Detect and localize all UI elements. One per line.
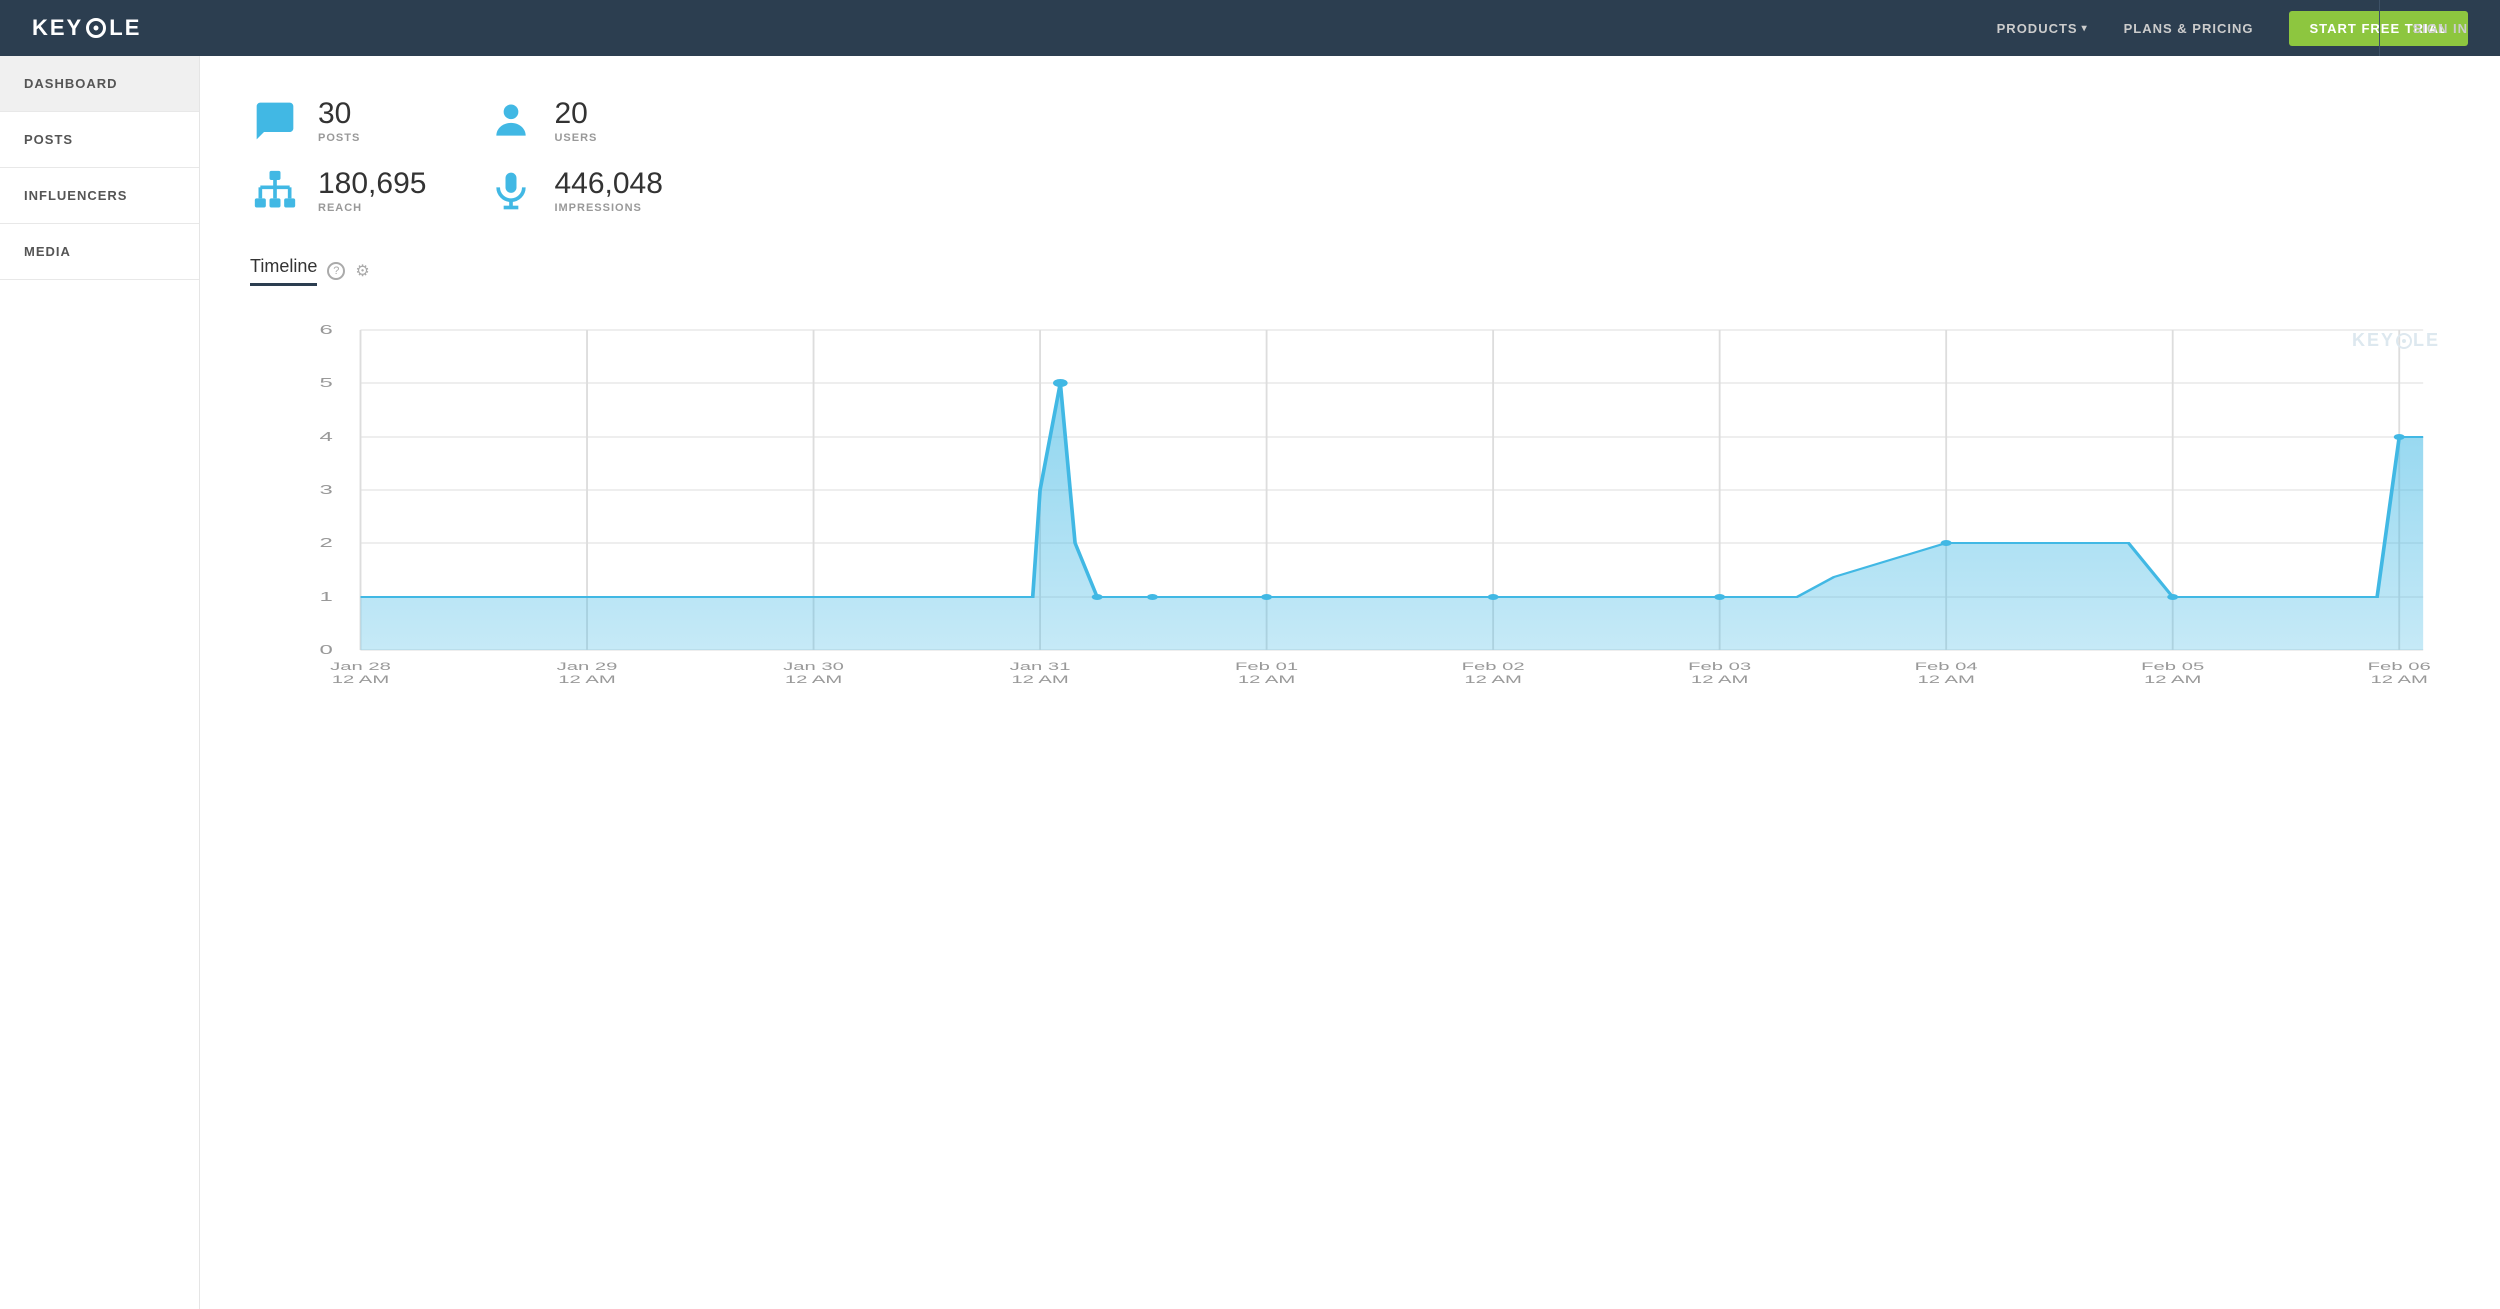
page-layout: DASHBOARD POSTS INFLUENCERS MEDIA 30 xyxy=(0,56,2500,1309)
svg-text:Feb 06: Feb 06 xyxy=(2368,661,2431,673)
main-content: 30 POSTS xyxy=(200,56,2500,1309)
sidebar-item-dashboard[interactable]: DASHBOARD xyxy=(0,56,199,112)
svg-text:Feb 01: Feb 01 xyxy=(1235,661,1298,673)
impressions-icon xyxy=(486,166,536,216)
chart-dot xyxy=(2394,434,2405,440)
impressions-stat: 446,048 IMPRESSIONS xyxy=(486,166,662,216)
pricing-nav-link[interactable]: PLANS & PRICING xyxy=(2124,21,2254,36)
posts-icon xyxy=(250,96,300,146)
svg-text:Feb 04: Feb 04 xyxy=(1915,661,1978,673)
reach-value: 180,695 xyxy=(318,169,426,199)
sidebar-item-posts[interactable]: POSTS xyxy=(0,112,199,168)
timeline-header: Timeline ? ⚙ xyxy=(250,256,2460,286)
sidebar-item-influencers[interactable]: INFLUENCERS xyxy=(0,168,199,224)
stats-right: 20 USERS 446,04 xyxy=(486,96,662,216)
sidebar: DASHBOARD POSTS INFLUENCERS MEDIA xyxy=(0,56,200,1309)
svg-text:5: 5 xyxy=(320,376,333,390)
products-nav-link[interactable]: PRODUCTS xyxy=(1997,21,2088,36)
posts-stat: 30 POSTS xyxy=(250,96,426,146)
chart-dot xyxy=(1261,594,1272,600)
chart-dot xyxy=(1714,594,1725,600)
speech-bubble-icon xyxy=(253,99,297,143)
sign-in-link[interactable]: SIGN IN xyxy=(2413,21,2468,36)
svg-text:12 AM: 12 AM xyxy=(2371,674,2428,686)
svg-text:Feb 02: Feb 02 xyxy=(1462,661,1525,673)
svg-text:2: 2 xyxy=(320,536,333,550)
svg-text:Jan 29: Jan 29 xyxy=(557,661,618,673)
svg-text:Jan 30: Jan 30 xyxy=(783,661,844,673)
reach-label: REACH xyxy=(318,202,426,214)
chart-dot xyxy=(2167,594,2178,600)
nav-links: PRODUCTS PLANS & PRICING START FREE TRIA… xyxy=(1997,11,2468,46)
svg-text:0: 0 xyxy=(320,643,333,657)
impressions-label: IMPRESSIONS xyxy=(554,202,662,214)
navbar: KEYLE PRODUCTS PLANS & PRICING START FRE… xyxy=(0,0,2500,56)
watermark-circle-icon xyxy=(2396,333,2412,349)
svg-text:1: 1 xyxy=(320,590,333,604)
svg-text:3: 3 xyxy=(320,483,333,497)
nav-divider xyxy=(2379,0,2380,56)
chart-dot xyxy=(1147,594,1158,600)
reach-icon xyxy=(250,166,300,216)
impressions-stat-text: 446,048 IMPRESSIONS xyxy=(554,169,662,214)
stats-row: 30 POSTS xyxy=(250,96,2460,216)
svg-text:12 AM: 12 AM xyxy=(1011,674,1068,686)
svg-text:12 AM: 12 AM xyxy=(1917,674,1974,686)
timeline-section: Timeline ? ⚙ KEYLE xyxy=(250,256,2460,690)
network-icon xyxy=(253,169,297,213)
posts-value: 30 xyxy=(318,99,360,129)
svg-text:Feb 05: Feb 05 xyxy=(2141,661,2204,673)
microphone-icon xyxy=(489,169,533,213)
timeline-svg: 0 1 2 3 4 5 6 Jan 28 12 AM Jan 29 12 AM … xyxy=(250,310,2460,690)
reach-stat: 180,695 REACH xyxy=(250,166,426,216)
sidebar-item-media[interactable]: MEDIA xyxy=(0,224,199,280)
users-value: 20 xyxy=(554,99,597,129)
svg-text:Jan 31: Jan 31 xyxy=(1010,661,1071,673)
svg-text:12 AM: 12 AM xyxy=(558,674,615,686)
logo-icon xyxy=(86,18,106,38)
posts-stat-text: 30 POSTS xyxy=(318,99,360,144)
chart-dot xyxy=(1053,379,1068,387)
svg-text:12 AM: 12 AM xyxy=(332,674,389,686)
users-stat-text: 20 USERS xyxy=(554,99,597,144)
svg-text:12 AM: 12 AM xyxy=(1238,674,1295,686)
svg-text:Feb 03: Feb 03 xyxy=(1688,661,1751,673)
chart-area xyxy=(361,383,2424,650)
users-icon xyxy=(486,96,536,146)
impressions-value: 446,048 xyxy=(554,169,662,199)
timeline-chart: KEYLE xyxy=(250,310,2460,690)
svg-text:6: 6 xyxy=(320,323,333,337)
user-icon xyxy=(489,99,533,143)
users-stat: 20 USERS xyxy=(486,96,662,146)
chart-dot xyxy=(1488,594,1499,600)
timeline-help-icon[interactable]: ? xyxy=(327,262,345,280)
posts-label: POSTS xyxy=(318,132,360,144)
chart-dot xyxy=(1941,540,1952,546)
svg-text:12 AM: 12 AM xyxy=(2144,674,2201,686)
reach-stat-text: 180,695 REACH xyxy=(318,169,426,214)
svg-text:12 AM: 12 AM xyxy=(1691,674,1748,686)
chart-dot xyxy=(1092,594,1103,600)
svg-text:12 AM: 12 AM xyxy=(1464,674,1521,686)
svg-text:4: 4 xyxy=(320,430,334,444)
chart-watermark: KEYLE xyxy=(2352,330,2440,351)
svg-text:12 AM: 12 AM xyxy=(785,674,842,686)
timeline-title: Timeline xyxy=(250,256,317,286)
users-label: USERS xyxy=(554,132,597,144)
timeline-gear-icon[interactable]: ⚙ xyxy=(355,261,369,281)
svg-text:Jan 28: Jan 28 xyxy=(330,661,391,673)
logo: KEYLE xyxy=(32,15,141,41)
stats-left: 30 POSTS xyxy=(250,96,426,216)
